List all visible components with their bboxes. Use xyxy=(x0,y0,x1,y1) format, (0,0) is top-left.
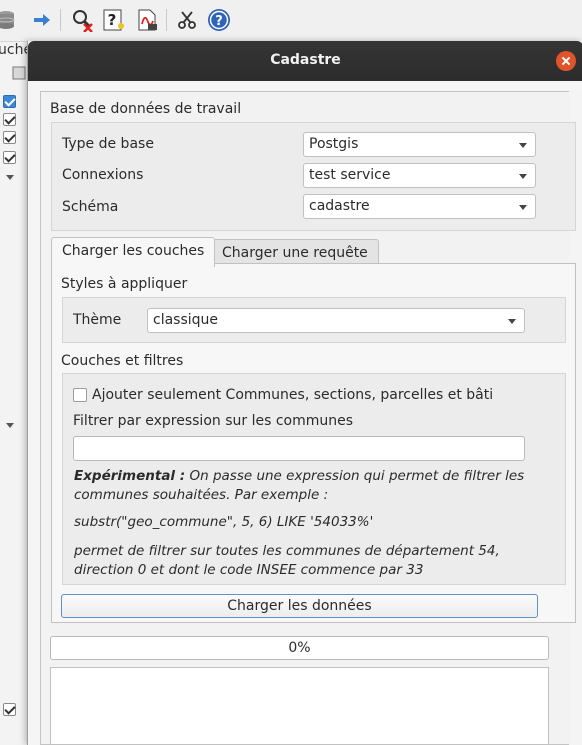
arrow-right-icon[interactable] xyxy=(30,8,54,32)
info-example: substr("geo_commune", 5, 6) LIKE '54033%… xyxy=(74,514,374,530)
log-text-area[interactable] xyxy=(50,667,549,745)
connections-value: test service xyxy=(309,167,391,183)
expand-arrow-icon[interactable] xyxy=(6,175,14,180)
tab-label: Charger une requête xyxy=(222,245,368,261)
tools-icon[interactable] xyxy=(175,8,199,32)
layers-panel: uche xyxy=(0,42,32,745)
tab-charger-couches[interactable]: Charger les couches xyxy=(51,237,216,267)
connections-label: Connexions xyxy=(62,167,144,183)
help-icon[interactable]: ? xyxy=(207,8,231,32)
layers-group-title: Couches et filtres xyxy=(61,353,184,369)
info-line4: direction 0 et dont le code INSEE commen… xyxy=(74,562,424,578)
chevron-down-icon xyxy=(508,319,516,324)
info-line3: permet de filtrer sur toutes les commune… xyxy=(74,543,500,559)
styles-group-title: Styles à appliquer xyxy=(61,276,188,292)
theme-label: Thème xyxy=(73,312,122,328)
tab-label: Charger les couches xyxy=(62,243,205,259)
close-button[interactable] xyxy=(556,51,576,71)
layer-checkbox[interactable] xyxy=(3,113,16,126)
theme-select[interactable]: classique xyxy=(147,308,525,333)
search-remove-icon[interactable] xyxy=(70,8,94,32)
cadastre-dialog: Cadastre Base de données de travail Type… xyxy=(27,41,582,745)
progress-bar: 0% xyxy=(50,636,549,660)
db-type-label: Type de base xyxy=(62,136,154,152)
chevron-down-icon xyxy=(519,143,527,148)
communes-only-checkbox[interactable] xyxy=(73,388,87,402)
communes-only-label[interactable]: Ajouter seulement Communes, sections, pa… xyxy=(92,387,493,403)
connections-select[interactable]: test service xyxy=(303,163,536,188)
expand-arrow-icon[interactable] xyxy=(6,423,14,428)
db-type-select[interactable]: Postgis xyxy=(303,132,536,157)
layer-checkbox[interactable] xyxy=(3,703,16,716)
load-data-button[interactable]: Charger les données xyxy=(61,594,538,618)
db-group-title: Base de données de travail xyxy=(50,101,242,117)
chevron-down-icon xyxy=(519,205,527,210)
layer-checkbox[interactable] xyxy=(3,95,16,108)
database-icon[interactable] xyxy=(0,8,18,32)
chevron-down-icon xyxy=(519,174,527,179)
toolbar-separator xyxy=(60,9,61,31)
theme-value: classique xyxy=(153,312,219,328)
db-type-value: Postgis xyxy=(309,136,359,152)
dialog-title: Cadastre xyxy=(270,52,341,68)
experimental-info: Expérimental : On passe une expression q… xyxy=(74,467,544,505)
progress-text: 0% xyxy=(288,640,311,656)
layer-tools-icon[interactable] xyxy=(10,64,28,82)
main-toolbar: ? ? xyxy=(0,0,582,42)
layer-checkbox[interactable] xyxy=(3,151,16,164)
query-help-icon[interactable]: ? xyxy=(102,8,126,32)
info-bold: Expérimental : xyxy=(74,468,186,484)
layer-checkbox[interactable] xyxy=(3,131,16,144)
schema-label: Schéma xyxy=(62,199,119,215)
info-line1: On passe une expression qui permet de fi… xyxy=(189,468,525,484)
info-line2: communes souhaitées. Par exemple : xyxy=(74,487,329,503)
schema-select[interactable]: cadastre xyxy=(303,194,536,219)
schema-value: cadastre xyxy=(309,198,370,214)
filter-expression-input[interactable] xyxy=(73,436,525,461)
filter-label: Filtrer par expression sur les communes xyxy=(73,413,354,429)
dialog-titlebar[interactable]: Cadastre xyxy=(28,41,582,81)
svg-text:?: ? xyxy=(215,14,223,29)
svg-text:?: ? xyxy=(108,11,117,29)
info-explanation: permet de filtrer sur toutes les commune… xyxy=(74,542,544,580)
toolbar-separator xyxy=(166,9,167,31)
pdf-export-icon[interactable] xyxy=(135,8,159,32)
